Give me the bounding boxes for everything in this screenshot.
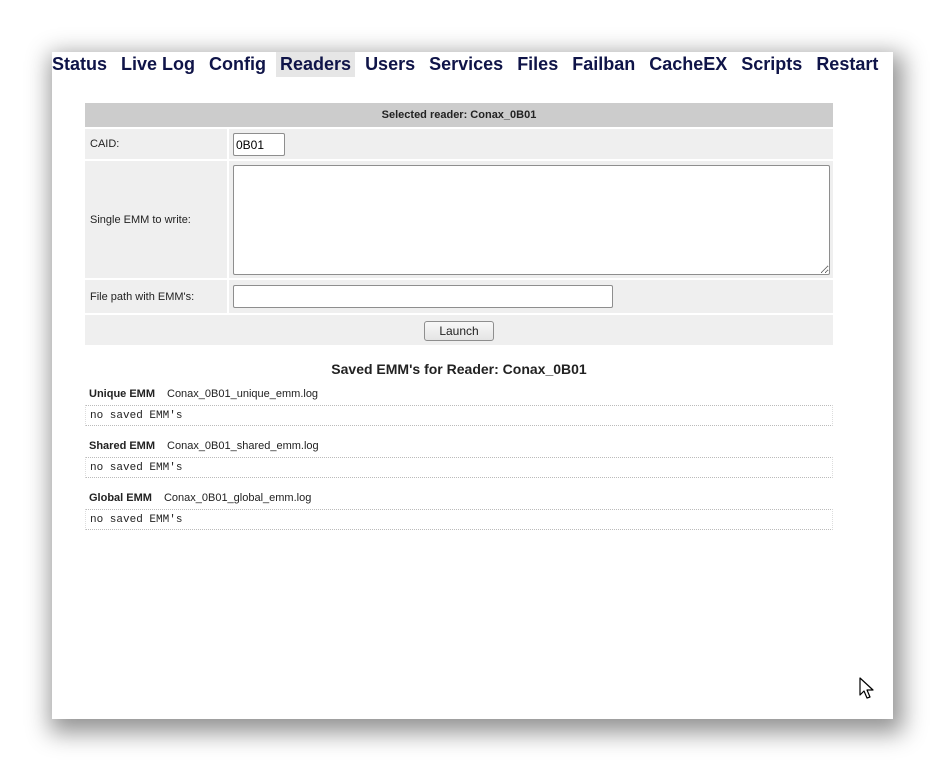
- nav-cacheex[interactable]: CacheEX: [649, 52, 731, 77]
- nav-failban[interactable]: Failban: [572, 52, 639, 77]
- caid-label: CAID:: [85, 128, 229, 161]
- nav-scripts[interactable]: Scripts: [741, 52, 806, 77]
- unique-emm-content: no saved EMM's: [85, 405, 833, 426]
- unique-emm-label: Unique EMM: [89, 388, 155, 400]
- single-emm-textarea[interactable]: [233, 165, 830, 275]
- main-nav: Status Live Log Config Readers Users Ser…: [52, 52, 892, 77]
- shared-emm-label: Shared EMM: [89, 440, 156, 452]
- emm-label: Single EMM to write:: [85, 160, 229, 280]
- nav-restart[interactable]: Restart: [816, 52, 882, 77]
- global-emm-content: no saved EMM's: [85, 509, 833, 530]
- emm-write-form: Selected reader: Conax_0B01 CAID: Single…: [85, 103, 833, 347]
- nav-services[interactable]: Services: [429, 52, 507, 77]
- nav-config[interactable]: Config: [209, 52, 270, 77]
- form-header: Selected reader: Conax_0B01: [85, 103, 833, 129]
- caid-input[interactable]: [233, 133, 285, 156]
- launch-button[interactable]: Launch: [424, 321, 494, 341]
- shared-emm-file: Conax_0B01_shared_emm.log: [167, 440, 319, 452]
- shared-emm-content: no saved EMM's: [85, 457, 833, 478]
- path-label: File path with EMM's:: [85, 279, 229, 315]
- emm-panel: Selected reader: Conax_0B01 CAID: Single…: [85, 103, 833, 530]
- nav-live-log[interactable]: Live Log: [121, 52, 199, 77]
- shared-emm-section: Shared EMM Conax_0B01_shared_emm.log no s…: [85, 439, 833, 478]
- browser-window: Status Live Log Config Readers Users Ser…: [52, 52, 893, 719]
- nav-users[interactable]: Users: [365, 52, 419, 77]
- unique-emm-section: Unique EMM Conax_0B01_unique_emm.log no s…: [85, 387, 833, 426]
- global-emm-section: Global EMM Conax_0B01_global_emm.log no s…: [85, 491, 833, 530]
- emm-file-path-input[interactable]: [233, 285, 613, 308]
- global-emm-file: Conax_0B01_global_emm.log: [163, 492, 312, 504]
- nav-files[interactable]: Files: [517, 52, 562, 77]
- unique-emm-file: Conax_0B01_unique_emm.log: [167, 388, 319, 400]
- global-emm-label: Global EMM: [89, 492, 152, 504]
- nav-status[interactable]: Status: [52, 52, 111, 77]
- mouse-pointer-icon: [859, 677, 874, 699]
- saved-emm-title: Saved EMM's for Reader: Conax_0B01: [331, 361, 587, 377]
- nav-readers[interactable]: Readers: [276, 52, 356, 77]
